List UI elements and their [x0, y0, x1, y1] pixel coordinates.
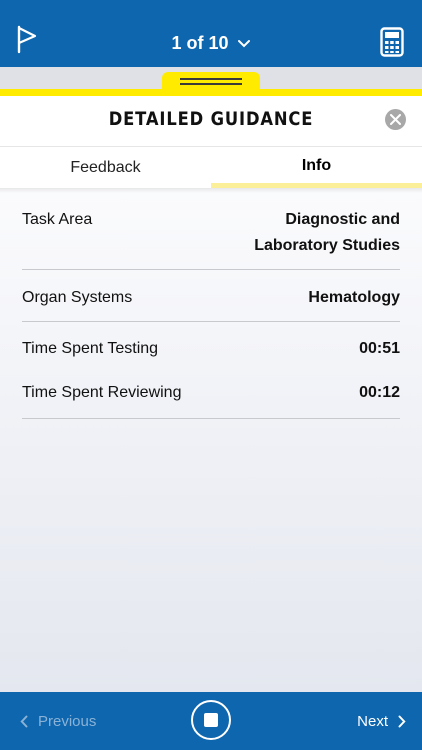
info-row-task-area: Task Area Diagnostic and Laboratory Stud… [22, 207, 400, 270]
time-reviewing-value: 00:12 [359, 384, 400, 401]
tabs-shadow [0, 188, 422, 193]
drawer-top-band [0, 89, 422, 96]
stop-icon[interactable] [191, 700, 231, 740]
detailed-guidance-sheet: DETAILED GUIDANCE Feedback Info Task Are… [0, 96, 422, 692]
close-icon[interactable] [385, 109, 406, 130]
sheet-title: DETAILED GUIDANCE [108, 108, 314, 130]
organ-systems-value: Hematology [308, 289, 400, 306]
next-label: Next [357, 712, 388, 730]
previous-button[interactable]: Previous [20, 692, 96, 750]
task-area-value: Diagnostic and Laboratory Studies [220, 207, 400, 259]
tab-info[interactable]: Info [211, 147, 422, 188]
chevron-down-icon [237, 39, 250, 47]
organ-systems-label: Organ Systems [22, 289, 133, 306]
next-button[interactable]: Next [357, 692, 406, 750]
chevron-left-icon [20, 715, 28, 727]
calculator-icon[interactable] [380, 27, 404, 57]
handle-line [180, 78, 242, 80]
time-testing-label: Time Spent Testing [22, 340, 159, 357]
sheet-header: DETAILED GUIDANCE [0, 96, 422, 146]
tab-bar: Feedback Info [0, 146, 422, 188]
info-row-time-reviewing: Time Spent Reviewing 00:12 [22, 370, 400, 419]
task-area-value-line1: Diagnostic and [285, 211, 400, 228]
info-row-time-testing: Time Spent Testing 00:51 [22, 322, 400, 370]
task-area-value-line2: Laboratory Studies [254, 237, 400, 254]
chevron-right-icon [398, 715, 406, 727]
info-row-organ-systems: Organ Systems Hematology [22, 270, 400, 322]
handle-line [180, 83, 242, 85]
time-reviewing-label: Time Spent Reviewing [22, 384, 182, 401]
info-list: Task Area Diagnostic and Laboratory Stud… [22, 207, 400, 419]
previous-label: Previous [38, 712, 97, 730]
task-area-label: Task Area [22, 211, 93, 228]
stop-square [204, 713, 218, 727]
top-bar: 1 of 10 [0, 0, 422, 67]
bottom-bar: Previous Next [0, 692, 422, 750]
question-counter: 1 of 10 [171, 33, 229, 53]
tab-feedback[interactable]: Feedback [0, 147, 211, 188]
question-counter-dropdown[interactable]: 1 of 10 [0, 0, 422, 67]
time-testing-value: 00:51 [359, 340, 400, 357]
